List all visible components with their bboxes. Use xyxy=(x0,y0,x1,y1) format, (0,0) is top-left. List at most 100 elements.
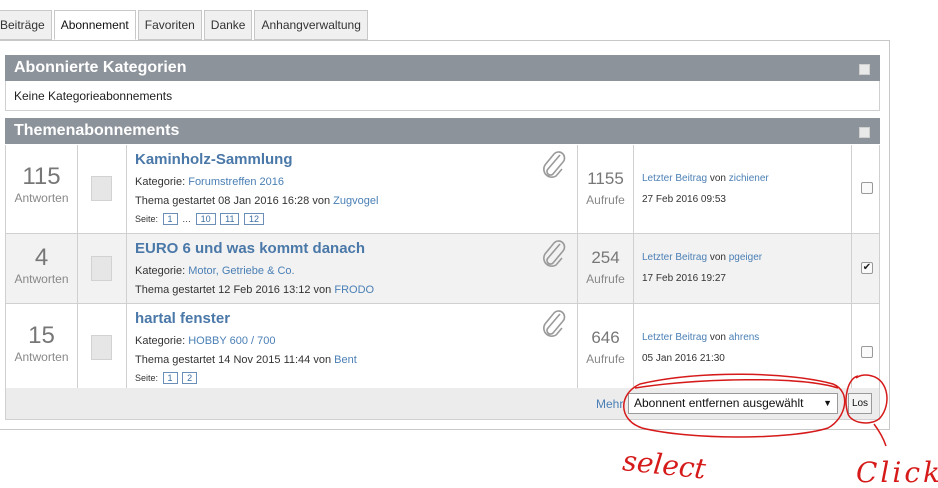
topic-pagination: Seite: 1 2 xyxy=(135,372,198,384)
last-post-user-link[interactable]: ahrens xyxy=(729,332,760,343)
pages-label: Seite: xyxy=(135,214,159,224)
views-cell: 646 Aufrufe xyxy=(578,304,634,388)
last-post-cell: Letzter Beitrag von pgeiger 17 Feb 2016 … xyxy=(634,234,852,303)
views-cell: 254 Aufrufe xyxy=(578,234,634,303)
categories-empty-message: Keine Kategorieabonnements xyxy=(5,81,880,111)
page-link[interactable]: 11 xyxy=(220,213,240,225)
tab-favoriten[interactable]: Favoriten xyxy=(137,10,202,40)
tab-anhangverwaltung[interactable]: Anhangverwaltung xyxy=(254,10,368,40)
last-post-date: 17 Feb 2016 19:27 xyxy=(642,273,726,284)
topic-document-icon xyxy=(91,256,112,281)
table-row: 115 Antworten Kaminholz-Sammlung Kategor… xyxy=(6,145,879,233)
views-cell: 1155 Aufrufe xyxy=(578,145,634,233)
tab-danke[interactable]: Danke xyxy=(203,10,253,40)
attachment-icon xyxy=(543,310,566,337)
topic-icon-cell xyxy=(78,145,127,233)
topic-document-icon xyxy=(91,335,112,360)
select-cell: ✔ xyxy=(852,234,881,303)
last-post-link[interactable]: Letzter Beitrag xyxy=(642,332,707,343)
topic-title-link[interactable]: hartal fenster xyxy=(135,310,230,327)
topic-info-cell: hartal fenster Kategorie: HOBBY 600 / 70… xyxy=(127,304,578,388)
page-link[interactable]: 12 xyxy=(243,213,264,225)
answers-label: Antworten xyxy=(14,272,69,286)
bulk-action-value: Abonnent entfernen ausgewählt xyxy=(634,396,804,410)
topic-pagination: Seite: 1 … 10 11 12 xyxy=(135,213,264,225)
tab-beitraege[interactable]: Beiträge xyxy=(0,10,52,40)
select-cell xyxy=(852,304,881,388)
topic-category: Kategorie: Forumstreffen 2016 xyxy=(135,176,284,188)
page-link[interactable]: 1 xyxy=(162,372,178,384)
category-label: Kategorie: xyxy=(135,176,186,188)
last-post-by: von xyxy=(709,332,726,343)
category-label: Kategorie: xyxy=(135,335,186,347)
page-link[interactable]: 10 xyxy=(195,213,216,225)
last-post-date: 05 Jan 2016 21:30 xyxy=(642,353,725,364)
last-post-by: von xyxy=(709,252,726,263)
started-text: Thema gestartet 14 Nov 2015 11:44 von xyxy=(135,354,332,366)
pages-label: Seite: xyxy=(135,373,159,383)
attachment-icon xyxy=(543,151,566,178)
started-text: Thema gestartet 08 Jan 2016 16:28 von xyxy=(135,195,331,207)
topic-icon-cell xyxy=(78,304,127,388)
row-checkbox[interactable] xyxy=(861,346,873,358)
row-checkbox-checked[interactable]: ✔ xyxy=(861,262,873,274)
go-button[interactable]: Los xyxy=(848,393,872,414)
page-ellipsis: … xyxy=(182,214,192,224)
category-link[interactable]: HOBBY 600 / 700 xyxy=(188,335,275,347)
author-link[interactable]: Bent xyxy=(334,354,357,366)
topic-started: Thema gestartet 14 Nov 2015 11:44 von Be… xyxy=(135,354,357,366)
last-post-link[interactable]: Letzter Beitrag xyxy=(642,173,707,184)
views-count: 254 xyxy=(591,248,620,267)
last-post-date: 27 Feb 2016 09:53 xyxy=(642,194,726,205)
table-row: 4 Antworten EURO 6 und was kommt danach … xyxy=(6,233,879,303)
topic-started: Thema gestartet 08 Jan 2016 16:28 von Zu… xyxy=(135,195,378,207)
last-post-user-link[interactable]: pgeiger xyxy=(729,252,762,263)
select-handwritten-label: select xyxy=(621,444,708,486)
topic-icon-cell xyxy=(78,234,127,303)
topic-title-link[interactable]: EURO 6 und was kommt danach xyxy=(135,240,365,257)
topics-section-header: Themenabonnements xyxy=(5,118,880,144)
topics-table: 115 Antworten Kaminholz-Sammlung Kategor… xyxy=(5,145,880,389)
table-footer: Mehr Abonnent entfernen ausgewählt ▼ Los xyxy=(5,388,880,420)
topics-section-title: Themenabonnements xyxy=(14,122,180,139)
views-count: 1155 xyxy=(587,169,624,188)
views-count: 646 xyxy=(591,328,620,347)
bulk-action-select[interactable]: Abonnent entfernen ausgewählt ▼ xyxy=(628,393,838,414)
answers-count: 4 xyxy=(34,244,49,271)
author-link[interactable]: FRODO xyxy=(334,284,374,296)
category-label: Kategorie: xyxy=(135,265,186,277)
click-handwritten-label: Click xyxy=(856,456,938,488)
answers-cell: 115 Antworten xyxy=(6,145,78,233)
row-checkbox[interactable] xyxy=(861,182,873,194)
page-link[interactable]: 2 xyxy=(182,372,198,384)
category-link[interactable]: Motor, Getriebe & Co. xyxy=(188,265,294,277)
views-label: Aufrufe xyxy=(586,352,625,366)
more-link[interactable]: Mehr xyxy=(596,397,623,411)
topic-info-cell: EURO 6 und was kommt danach Kategorie: M… xyxy=(127,234,578,303)
started-text: Thema gestartet 12 Feb 2016 13:12 von xyxy=(135,284,332,296)
answers-label: Antworten xyxy=(14,350,69,364)
topic-document-icon xyxy=(91,176,112,201)
topic-started: Thema gestartet 12 Feb 2016 13:12 von FR… xyxy=(135,284,374,296)
category-link[interactable]: Forumstreffen 2016 xyxy=(188,176,284,188)
last-post-info: Letzter Beitrag von zichiener xyxy=(642,173,769,184)
select-cell xyxy=(852,145,881,233)
topic-category: Kategorie: HOBBY 600 / 700 xyxy=(135,335,275,347)
views-label: Aufrufe xyxy=(586,272,625,286)
answers-cell: 4 Antworten xyxy=(6,234,78,303)
topic-title-link[interactable]: Kaminholz-Sammlung xyxy=(135,151,293,168)
categories-section-header: Abonnierte Kategorien xyxy=(5,55,880,81)
profile-tabs: Beiträge Abonnement Favoriten Danke Anha… xyxy=(0,10,370,40)
topics-select-all-checkbox[interactable] xyxy=(859,127,870,138)
last-post-user-link[interactable]: zichiener xyxy=(729,173,769,184)
last-post-info: Letzter Beitrag von ahrens xyxy=(642,332,759,343)
tab-abonnement[interactable]: Abonnement xyxy=(53,10,136,40)
last-post-link[interactable]: Letzter Beitrag xyxy=(642,252,707,263)
author-link[interactable]: Zugvogel xyxy=(333,195,378,207)
dropdown-arrow-icon: ▼ xyxy=(823,398,832,408)
last-post-info: Letzter Beitrag von pgeiger xyxy=(642,252,762,263)
page-link[interactable]: 1 xyxy=(162,213,178,225)
topic-category: Kategorie: Motor, Getriebe & Co. xyxy=(135,265,295,277)
categories-select-all-checkbox[interactable] xyxy=(859,64,870,75)
answers-count: 15 xyxy=(28,322,55,349)
